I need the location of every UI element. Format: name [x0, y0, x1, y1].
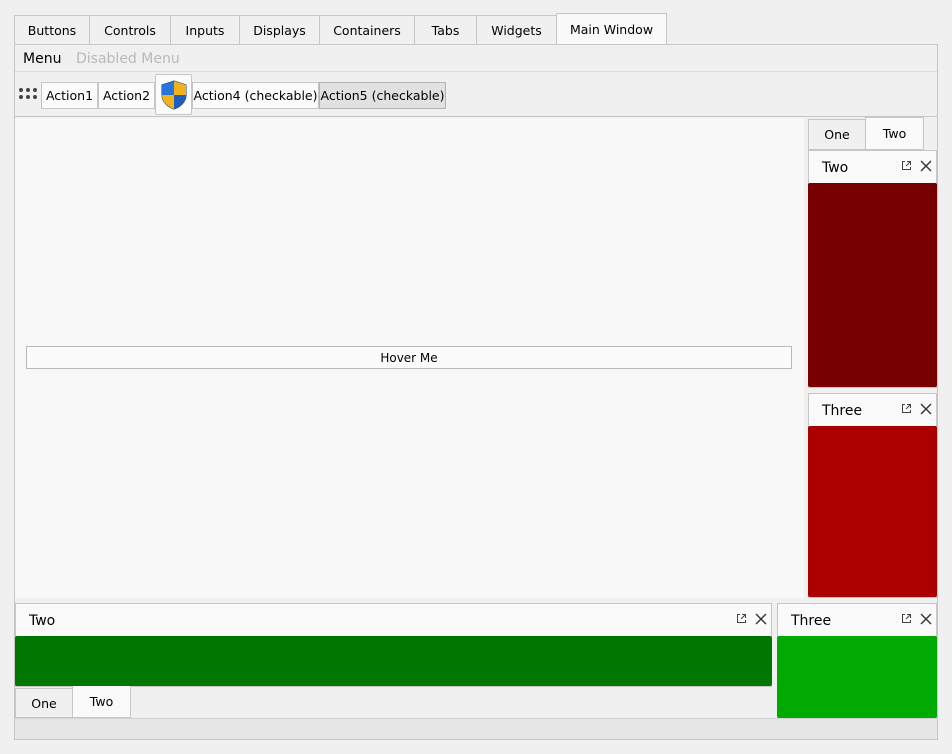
tab-label: Widgets: [491, 23, 542, 38]
tab-main-window[interactable]: Main Window: [556, 13, 667, 45]
color-panel-dark-red: [808, 183, 937, 387]
toolbar-grip-icon[interactable]: [19, 88, 39, 102]
dock-title: Two: [29, 613, 56, 629]
close-icon[interactable]: [920, 160, 932, 172]
tab-inputs[interactable]: Inputs: [170, 15, 240, 45]
close-icon[interactable]: [755, 613, 767, 625]
dock-tab-two[interactable]: Two: [72, 686, 131, 718]
tab-label: Inputs: [185, 23, 225, 38]
tab-controls[interactable]: Controls: [89, 15, 171, 45]
dock-tab-label: Two: [89, 694, 114, 709]
float-icon[interactable]: [736, 613, 747, 624]
color-panel-green: [777, 636, 937, 718]
action2-button[interactable]: Action2: [98, 82, 155, 109]
menu-item-disabled: Disabled Menu: [76, 51, 180, 67]
close-icon[interactable]: [920, 403, 932, 415]
shield-icon: [161, 79, 186, 110]
color-panel-dark-green: [15, 636, 772, 686]
dock-tab-label: One: [31, 695, 57, 711]
dock-title: Three: [822, 403, 863, 419]
float-icon[interactable]: [901, 403, 912, 414]
tab-widgets[interactable]: Widgets: [476, 15, 557, 45]
color-panel-red: [808, 426, 937, 597]
action1-button[interactable]: Action1: [41, 82, 98, 109]
dock-tab-two[interactable]: Two: [865, 117, 924, 150]
tab-displays[interactable]: Displays: [239, 15, 320, 45]
action5-button[interactable]: Action5 (checkable): [319, 82, 446, 109]
dock-tab-label: One: [824, 127, 850, 142]
hover-me-button[interactable]: Hover Me: [26, 346, 792, 369]
tab-label: Containers: [333, 23, 401, 38]
tab-label: Buttons: [27, 23, 77, 38]
float-icon[interactable]: [901, 613, 912, 624]
tab-buttons[interactable]: Buttons: [14, 15, 90, 45]
tab-label: Controls: [104, 23, 156, 38]
status-bar: [15, 718, 937, 739]
tab-label: Displays: [253, 23, 306, 38]
menu-item-menu[interactable]: Menu: [23, 51, 61, 67]
tab-label: Tabs: [431, 23, 460, 38]
dock-tab-one[interactable]: One: [15, 688, 73, 718]
dock-tab-one[interactable]: One: [808, 119, 866, 150]
float-icon[interactable]: [901, 160, 912, 171]
action2-label: Action2: [102, 88, 151, 103]
action4-button[interactable]: Action4 (checkable): [192, 82, 319, 109]
action1-label: Action1: [45, 88, 94, 103]
dock-title: Two: [822, 160, 849, 176]
action4-label: Action4 (checkable): [193, 88, 318, 103]
hover-me-label: Hover Me: [380, 350, 438, 365]
tab-label: Main Window: [569, 22, 654, 37]
tab-tabs[interactable]: Tabs: [414, 15, 477, 45]
dock-title: Three: [791, 613, 832, 629]
action5-label: Action5 (checkable): [320, 88, 445, 103]
close-icon[interactable]: [920, 613, 932, 625]
tab-containers[interactable]: Containers: [319, 15, 415, 45]
dock-tab-label: Two: [882, 126, 907, 141]
action3-button[interactable]: [155, 74, 192, 115]
